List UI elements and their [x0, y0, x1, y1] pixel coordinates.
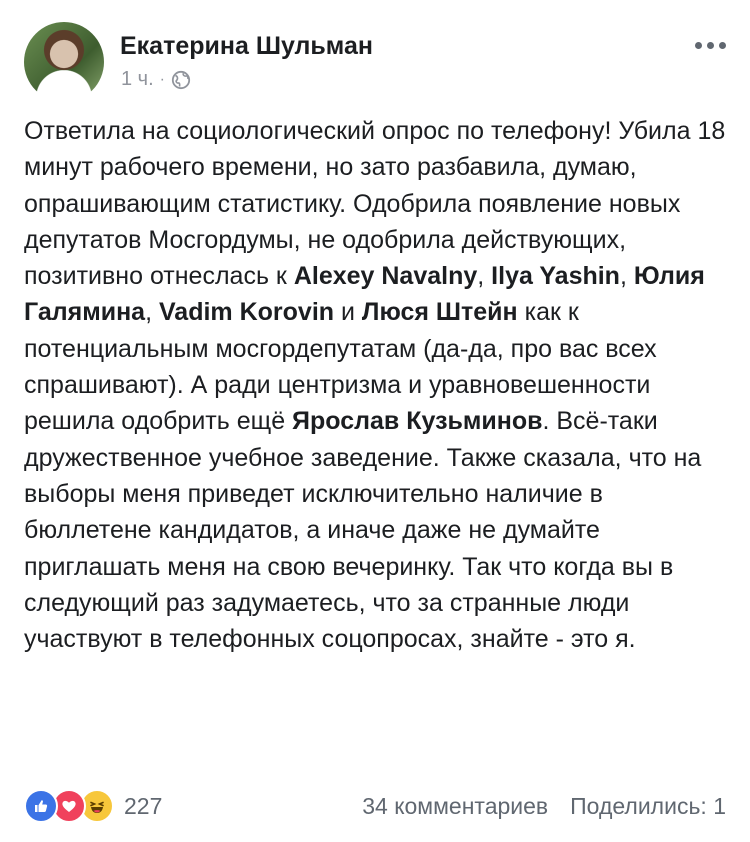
author-name[interactable]: Екатерина Шульман	[120, 32, 373, 61]
post-header: Екатерина Шульман 1 ч. ·	[24, 20, 730, 104]
post-text-segment: . Всё-таки дружественное учебное заведен…	[24, 407, 702, 654]
comments-count-link[interactable]: 34 комментариев	[362, 793, 548, 820]
mention-link[interactable]: Ярослав Кузьминов	[292, 407, 542, 435]
more-options-button[interactable]	[691, 38, 730, 53]
post-body: Ответила на социологический опрос по тел…	[24, 113, 730, 657]
post-text-segment: ,	[145, 298, 159, 327]
post-text-segment: и	[334, 298, 362, 327]
post-text-segment: ,	[477, 262, 492, 291]
author-avatar[interactable]	[24, 22, 104, 102]
post-meta: 1 ч. ·	[121, 68, 191, 91]
globe-icon	[171, 70, 191, 89]
mention-link[interactable]: Люся Штейн	[362, 298, 518, 326]
reactions-summary[interactable]: 227	[24, 789, 162, 823]
meta-separator: ·	[159, 70, 165, 88]
reaction-icons	[24, 789, 114, 823]
shares-count-link[interactable]: Поделились: 1	[570, 793, 726, 820]
mention-link[interactable]: Ilya Yashin	[491, 262, 620, 290]
post-text-segment: ,	[619, 262, 634, 291]
reactions-count: 227	[124, 792, 163, 819]
mention-link[interactable]: Vadim Korovin	[159, 298, 334, 326]
more-dot-icon	[707, 42, 714, 49]
more-dot-icon	[695, 42, 702, 49]
engagement-stats: 34 комментариев Поделились: 1	[362, 793, 726, 820]
post-time[interactable]: 1 ч.	[121, 68, 154, 91]
more-dot-icon	[719, 42, 726, 49]
mention-link[interactable]: Alexey Navalny	[294, 262, 477, 290]
post-footer: 227 34 комментариев Поделились: 1	[24, 786, 726, 826]
like-icon	[24, 789, 58, 823]
